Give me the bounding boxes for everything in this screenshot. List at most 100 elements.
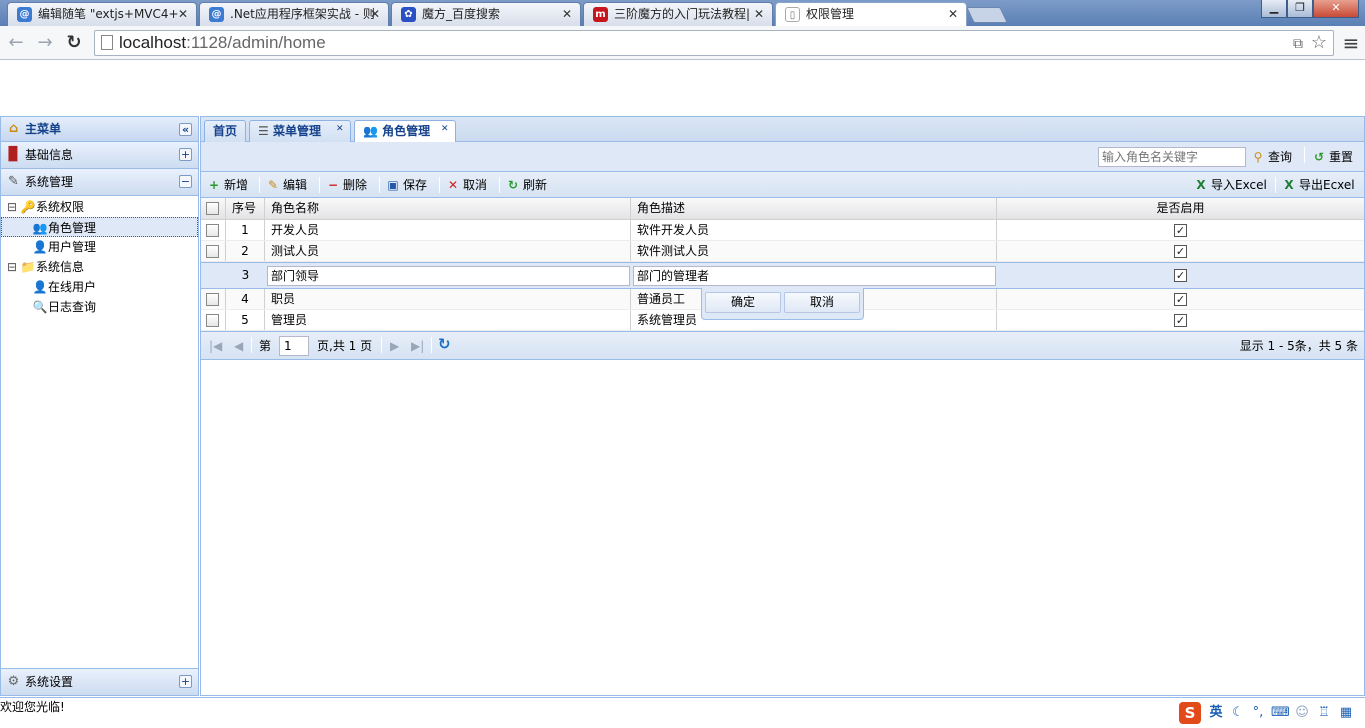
- browser-tab-active[interactable]: ▯ 权限管理 ✕: [775, 2, 967, 26]
- refresh-page-icon[interactable]: ↻: [438, 336, 451, 352]
- row-checkbox[interactable]: [206, 293, 219, 306]
- next-page-icon[interactable]: ▶: [390, 338, 399, 354]
- minimize-button[interactable]: ▁: [1261, 0, 1287, 18]
- keyboard-icon[interactable]: ⌨: [1271, 704, 1290, 722]
- col-header-desc[interactable]: 角色描述: [631, 198, 997, 219]
- tree-node-label: 在线用户: [48, 280, 97, 294]
- tree-node-log-query[interactable]: 🔍日志查询: [1, 297, 198, 317]
- translate-icon[interactable]: ⧉: [1293, 31, 1303, 55]
- select-all-checkbox[interactable]: [206, 202, 219, 215]
- user-icon[interactable]: ☺: [1293, 704, 1311, 722]
- restore-button[interactable]: ❐: [1287, 0, 1313, 18]
- tab-menu-management[interactable]: ☰ 菜单管理 ✕: [249, 120, 351, 142]
- tree-node-role-management[interactable]: 👥角色管理: [1, 217, 198, 237]
- tree-node-system-permission[interactable]: ⊟ 🔑系统权限: [1, 197, 198, 217]
- last-page-icon[interactable]: ▶|: [411, 338, 424, 354]
- tree-node-system-info[interactable]: ⊟ 📁系统信息: [1, 257, 198, 277]
- role-name-input[interactable]: 部门领导: [267, 266, 630, 286]
- punctuation-icon[interactable]: °,: [1249, 704, 1267, 722]
- tab-close-icon[interactable]: ✕: [336, 125, 346, 135]
- collapse-panel-button[interactable]: «: [179, 123, 192, 136]
- reload-button[interactable]: ↻: [63, 32, 85, 54]
- select-all-cell: [201, 198, 226, 219]
- tab-close-icon[interactable]: ✕: [441, 125, 451, 135]
- main-menu-header: ⌂ 主菜单 «: [1, 117, 198, 142]
- chrome-menu-button[interactable]: ≡: [1340, 32, 1362, 54]
- col-header-name[interactable]: 角色名称: [265, 198, 631, 219]
- row-checkbox[interactable]: [206, 314, 219, 327]
- table-row[interactable]: 1 开发人员 软件开发人员 ✓: [201, 220, 1364, 241]
- page-number-input[interactable]: 1: [279, 336, 309, 356]
- minimize-icon: ▁: [1269, 1, 1279, 14]
- restore-icon: ❐: [1295, 1, 1305, 14]
- refresh-button[interactable]: ↻ 刷新: [505, 174, 547, 196]
- reset-label: 重置: [1329, 150, 1354, 164]
- enabled-checkbox[interactable]: ✓: [1174, 269, 1187, 282]
- add-button[interactable]: + 新增: [206, 174, 248, 196]
- close-icon[interactable]: ✕: [948, 3, 958, 25]
- accordion-system-settings[interactable]: ⚙ 系统设置 +: [1, 668, 198, 695]
- table-row-editing[interactable]: 3 部门领导 部门的管理者 ✓ 确定 取消: [201, 262, 1364, 320]
- row-checkbox[interactable]: [206, 224, 219, 237]
- welcome-text: 欢迎您光临!: [0, 700, 65, 714]
- confirm-button[interactable]: 确定: [705, 292, 781, 313]
- browser-tab[interactable]: @ .Net应用程序框架实战 - 则 ✕: [199, 2, 389, 26]
- enabled-checkbox[interactable]: ✓: [1174, 314, 1187, 327]
- table-row[interactable]: 2 测试人员 软件测试人员 ✓: [201, 241, 1364, 262]
- delete-button[interactable]: − 删除: [325, 174, 367, 196]
- enabled-checkbox[interactable]: ✓: [1174, 293, 1187, 306]
- users-icon: 👥: [32, 221, 48, 235]
- tab-role-management[interactable]: 👥 角色管理 ✕: [354, 120, 456, 143]
- save-button[interactable]: ▣ 保存: [385, 174, 427, 196]
- collapse-button[interactable]: −: [179, 175, 192, 188]
- role-search-input[interactable]: [1098, 147, 1246, 167]
- col-header-enabled[interactable]: 是否启用: [997, 198, 1364, 219]
- reset-button[interactable]: ↺ 重置: [1311, 146, 1353, 168]
- tree-node-user-management[interactable]: 👤用户管理: [1, 237, 198, 257]
- query-button[interactable]: ⚲ 查询: [1250, 146, 1292, 168]
- editor-cancel-button[interactable]: 取消: [784, 292, 860, 313]
- toolbox-icon[interactable]: ▦: [1337, 704, 1355, 722]
- tree-node-online-users[interactable]: 👤在线用户: [1, 277, 198, 297]
- close-icon[interactable]: ✕: [754, 3, 764, 25]
- shirt-icon[interactable]: ♖: [1315, 704, 1333, 722]
- export-excel-button[interactable]: X 导出Ecxel: [1281, 174, 1354, 196]
- ime-lang-indicator[interactable]: 英: [1207, 704, 1225, 722]
- prev-page-icon[interactable]: ◀: [234, 338, 243, 354]
- enabled-checkbox[interactable]: ✓: [1174, 245, 1187, 258]
- browser-tab[interactable]: m 三阶魔方的入门玩法教程| ✕: [583, 2, 773, 26]
- accordion-system-admin[interactable]: ✎ 系统管理 −: [1, 169, 198, 196]
- enabled-checkbox[interactable]: ✓: [1174, 224, 1187, 237]
- back-button[interactable]: ←: [5, 32, 27, 54]
- main-menu-panel: ⌂ 主菜单 « ▉ 基础信息 + ✎ 系统管理 − ⊟🔑系统权限 👥角色管理: [0, 116, 199, 696]
- magnifier-icon: 🔍: [32, 300, 48, 314]
- accordion-basic-info[interactable]: ▉ 基础信息 +: [1, 142, 198, 169]
- moon-icon[interactable]: ☾: [1229, 704, 1247, 722]
- bookmark-star-icon[interactable]: ☆: [1311, 30, 1327, 54]
- edit-button[interactable]: ✎ 编辑: [265, 174, 307, 196]
- page-suffix: 页,共 1 页: [317, 339, 373, 353]
- tree-toggle-icon[interactable]: ⊟: [4, 257, 20, 277]
- cancel-button[interactable]: ✕ 取消: [445, 174, 487, 196]
- add-icon: +: [208, 178, 220, 192]
- forward-button[interactable]: →: [34, 32, 56, 54]
- close-window-button[interactable]: ✕: [1313, 0, 1359, 18]
- row-checkbox[interactable]: [206, 245, 219, 258]
- tree-toggle-icon[interactable]: ⊟: [4, 197, 20, 217]
- sogou-logo-icon[interactable]: S: [1179, 702, 1201, 724]
- close-icon[interactable]: ✕: [370, 3, 380, 25]
- expand-button[interactable]: +: [179, 148, 192, 161]
- import-excel-button[interactable]: X 导入Excel: [1193, 174, 1266, 196]
- tab-home[interactable]: 首页: [204, 120, 246, 142]
- address-bar[interactable]: localhost:1128/admin/home ⧉ ☆: [94, 30, 1334, 56]
- first-page-icon[interactable]: |◀: [209, 338, 222, 354]
- col-header-no[interactable]: 序号: [226, 198, 265, 219]
- expand-button[interactable]: +: [179, 675, 192, 688]
- browser-tab[interactable]: ✿ 魔方_百度搜索 ✕: [391, 2, 581, 26]
- new-tab-button[interactable]: [966, 7, 1008, 23]
- browser-tab[interactable]: @ 编辑随笔 "extjs+MVC4+ ✕: [7, 2, 197, 26]
- close-icon[interactable]: ✕: [562, 3, 572, 25]
- role-desc-input[interactable]: 部门的管理者: [633, 266, 996, 286]
- cell-desc: 软件测试人员: [631, 241, 997, 261]
- close-icon[interactable]: ✕: [178, 3, 188, 25]
